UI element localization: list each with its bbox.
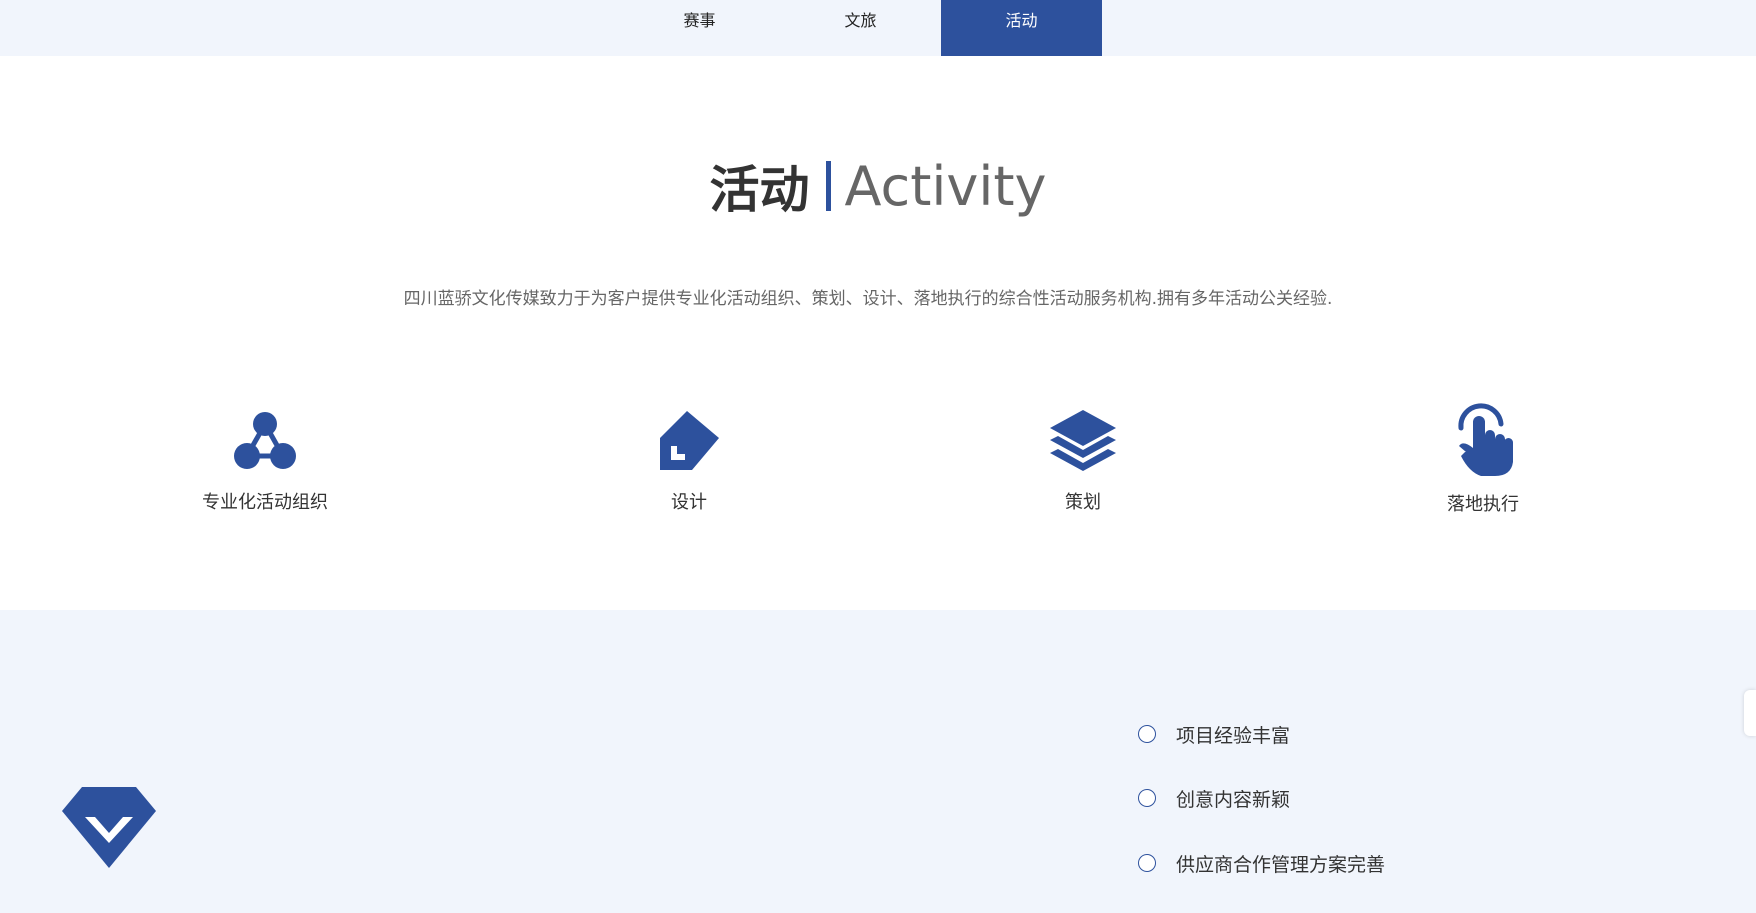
tab-culture-tourism[interactable]: 文旅 (780, 0, 941, 56)
section-title-cn: 活动 (709, 161, 810, 219)
bullet-circle-icon (1138, 789, 1156, 807)
title-divider (825, 161, 831, 211)
feature-label: 专业化活动组织 (202, 492, 328, 513)
feature-label: 设计 (671, 492, 707, 513)
advantage-text: 供应商合作管理方案完善 (1176, 853, 1386, 876)
layers-icon (1050, 410, 1116, 471)
feature-organization: 专业化活动组织 (165, 410, 365, 514)
feature-planning: 策划 (983, 410, 1183, 514)
section-description: 四川蓝骄文化传媒致力于为客户提供专业化活动组织、策划、设计、落地执行的综合性活动… (403, 289, 1333, 309)
feature-design: 设计 (589, 410, 789, 514)
feature-label: 策划 (1065, 492, 1101, 513)
advantage-text: 创意内容新颖 (1176, 788, 1291, 811)
brand-logo-icon (62, 787, 156, 868)
tab-events[interactable]: 赛事 (619, 0, 780, 56)
advantage-item: 创意内容新颖 (1138, 783, 1290, 813)
feature-execution: 落地执行 (1383, 400, 1583, 516)
top-nav: 赛事 文旅 活动 (0, 0, 1756, 56)
advantage-item: 项目经验丰富 (1138, 719, 1290, 749)
advantages-section (0, 610, 1756, 913)
section-title-en: Activity (844, 154, 1047, 218)
bullet-circle-icon (1138, 854, 1156, 872)
advantage-text: 项目经验丰富 (1176, 724, 1291, 747)
pencil-icon (660, 411, 719, 470)
section-heading: 活动 Activity (0, 150, 1756, 230)
bullet-circle-icon (1138, 725, 1156, 743)
tab-activity[interactable]: 活动 (941, 0, 1102, 56)
advantage-item: 供应商合作管理方案完善 (1138, 848, 1385, 878)
feature-label: 落地执行 (1447, 494, 1519, 515)
side-float-button[interactable] (1744, 690, 1756, 736)
hand-pointer-icon (1458, 403, 1513, 476)
network-icon (234, 412, 296, 469)
